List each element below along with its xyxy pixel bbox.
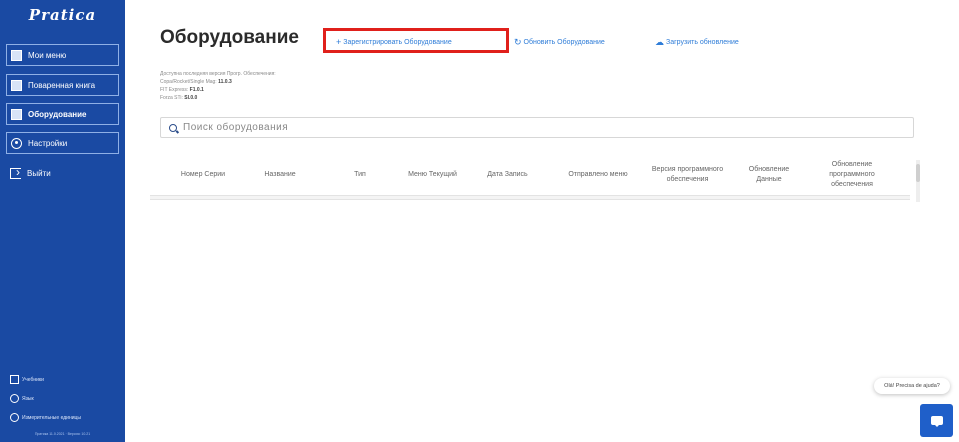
column-type[interactable]: Тип [340, 156, 380, 194]
refresh-icon: ↻ [514, 37, 522, 47]
sidebar-item-my-menus[interactable]: Мои меню [6, 44, 119, 66]
book-icon [11, 49, 22, 61]
search-box [160, 117, 914, 138]
highlight-box [323, 28, 509, 53]
sidebar-item-equipment[interactable]: Оборудование [6, 103, 119, 125]
cloud-upload-icon: ☁ [655, 37, 664, 47]
equipment-table-header: Номер Серии Название Тип Меню Текущий Да… [160, 156, 914, 194]
column-current-menu[interactable]: Меню Текущий [405, 156, 460, 194]
sidebar-item-cookbook[interactable]: Поваренная книга [6, 74, 119, 96]
book-icon [11, 79, 22, 91]
firmware-model-label: Copa/Rocket/Single Mag: [160, 79, 217, 85]
footer-label: Учебники [22, 376, 44, 383]
column-name[interactable]: Название [250, 156, 310, 194]
column-software-version[interactable]: Версия программного обеспечения [650, 156, 725, 194]
footer-label: Язык [22, 395, 34, 402]
sidebar-item-label: Настройки [28, 138, 68, 148]
sidebar-item-label: Мои меню [28, 50, 67, 60]
firmware-model-label: FIT Express: [160, 87, 189, 93]
sidebar-footer-language[interactable]: Язык [10, 394, 34, 403]
logo-text: Pratica [28, 6, 97, 24]
refresh-equipment-button[interactable]: ↻ Обновить Оборудование [514, 37, 605, 48]
firmware-info-header: Доступна последняя версия Прогр. Обеспеч… [160, 71, 276, 77]
vertical-scrollbar[interactable] [916, 160, 920, 202]
column-data-update[interactable]: Обновление Данные [738, 156, 800, 194]
search-icon [169, 123, 177, 132]
firmware-version: SI.0.0 [184, 95, 198, 101]
help-bubble[interactable]: Olá! Precisa de ajuda? [874, 378, 950, 394]
scrollbar-thumb[interactable] [916, 164, 920, 182]
footer-label: Измерительные единицы [22, 414, 81, 421]
globe-icon [10, 394, 19, 403]
units-icon [10, 413, 19, 422]
sidebar-footer-units[interactable]: Измерительные единицы [10, 413, 81, 422]
tutorial-icon [10, 375, 19, 384]
book-icon [11, 108, 22, 120]
firmware-version: F1.0.1 [189, 87, 204, 93]
sidebar: Pratica Мои меню Поваренная книга Оборуд… [0, 0, 125, 442]
sidebar-item-logout[interactable]: Выйти [6, 162, 119, 184]
upload-update-label: Загрузить обновление [666, 39, 739, 46]
upload-update-button[interactable]: ☁ Загрузить обновление [655, 37, 739, 48]
firmware-version: 11.0.3 [218, 79, 232, 85]
refresh-equipment-label: Обновить Оборудование [523, 39, 605, 46]
firmware-info-line: FIT Express: F1.0.1 [160, 87, 204, 93]
brand-logo[interactable]: Pratica [0, 6, 125, 25]
sidebar-footer-tutorials[interactable]: Учебники [10, 375, 44, 384]
firmware-info-line: Forza STi: SI.0.0 [160, 95, 197, 101]
sidebar-item-label: Поваренная книга [28, 80, 96, 90]
chat-button[interactable] [920, 404, 953, 437]
column-software-update[interactable]: Обновление программного обеспечения [812, 156, 892, 194]
sidebar-item-label: Выйти [27, 168, 51, 178]
column-record-date[interactable]: Дата Запись [485, 156, 530, 194]
firmware-model-label: Forza STi: [160, 95, 183, 101]
chat-icon [930, 416, 943, 427]
column-serial-number[interactable]: Номер Серии [178, 156, 228, 194]
horizontal-scrollbar[interactable] [150, 195, 910, 200]
version-text: Пратика 11.0.2021 · Версия: 10.21 [34, 432, 91, 436]
sidebar-item-label: Оборудование [28, 109, 87, 119]
search-input[interactable] [183, 122, 783, 133]
exit-icon [10, 165, 21, 179]
firmware-info-line: Copa/Rocket/Single Mag: 11.0.3 [160, 79, 232, 85]
page-title: Оборудование [160, 27, 299, 48]
gear-icon [11, 137, 22, 149]
column-menu-sent[interactable]: Отправлено меню [568, 156, 628, 194]
sidebar-item-settings[interactable]: Настройки [6, 132, 119, 154]
